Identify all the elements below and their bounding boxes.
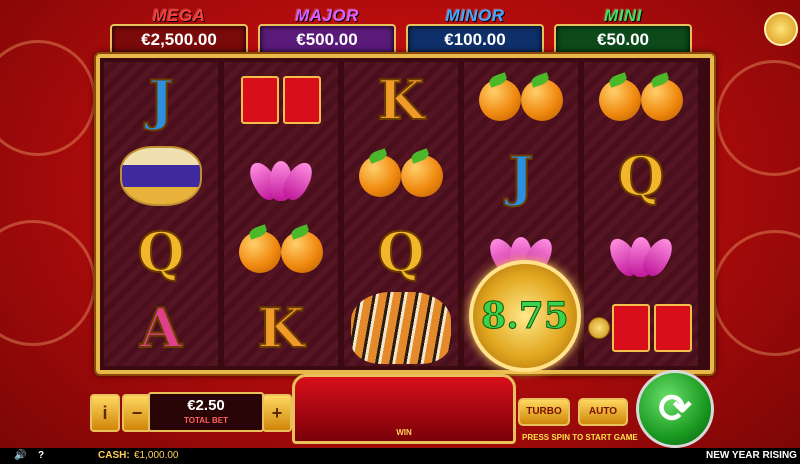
jackpot-label: MINOR (445, 6, 505, 25)
symbol-q: Q (376, 219, 425, 285)
spin-hint: PRESS SPIN TO START GAME (522, 433, 638, 442)
bet-value: €2.50 (187, 397, 225, 414)
symbol-q: Q (616, 143, 665, 209)
symbol-drum (104, 138, 218, 214)
reel-2: K (224, 62, 338, 366)
bet-label: TOTAL BET (184, 416, 228, 425)
jackpot-amount: €100.00 (406, 24, 544, 56)
jackpot-mini: MINI €50.00 (554, 6, 692, 56)
symbol-k: K (257, 295, 306, 361)
symbol-oranges (464, 62, 578, 138)
jackpot-amount: €500.00 (258, 24, 396, 56)
jackpot-label: MAJOR (295, 6, 359, 25)
symbol-envelopes (224, 62, 338, 138)
reel-3: K Q (344, 62, 458, 366)
jackpot-amount: €2,500.00 (110, 24, 248, 56)
symbol-tiger (344, 290, 458, 366)
status-bar: 🔊 ? CASH: €1,000.00 NEW YEAR RISING (0, 448, 800, 464)
lotus-icon (244, 151, 318, 204)
cloud-ornament (716, 60, 800, 176)
reel-frame: J Q A K K Q J 8.75 Q (96, 54, 714, 374)
refresh-icon: ⟳ (658, 387, 692, 431)
red-envelope-icon (241, 76, 279, 124)
symbol-envelopes (584, 290, 698, 366)
orange-icon (239, 224, 281, 273)
gift-icon[interactable] (764, 12, 798, 46)
symbol-lotus (224, 138, 338, 214)
jackpot-label: MINI (604, 6, 642, 25)
symbol-bonus-coin: 8.75 (464, 256, 581, 372)
cloud-ornament (0, 40, 96, 156)
symbol-k: K (377, 67, 426, 133)
bonus-value: 8.75 (481, 295, 570, 338)
game-title: NEW YEAR RISING (706, 450, 797, 461)
symbol-oranges (224, 214, 338, 290)
info-button[interactable]: i (90, 394, 120, 432)
orange-icon (359, 148, 401, 197)
speaker-icon[interactable]: 🔊 (14, 450, 26, 461)
orange-icon (521, 72, 563, 121)
symbol-oranges (344, 138, 458, 214)
turbo-button[interactable]: TURBO (518, 398, 570, 426)
orange-icon (281, 224, 323, 273)
reel-5: Q (584, 62, 698, 366)
orange-icon (479, 72, 521, 121)
orange-icon (599, 72, 641, 121)
orange-icon (401, 148, 443, 197)
cloud-ornament (712, 230, 800, 356)
jackpot-minor: MINOR €100.00 (406, 6, 544, 56)
symbol-j: J (507, 143, 535, 209)
symbol-lotus (584, 214, 698, 290)
red-envelope-icon (654, 304, 692, 352)
red-envelope-icon (283, 76, 321, 124)
jackpot-mega: MEGA €2,500.00 (110, 6, 248, 56)
total-bet-display: €2.50 TOTAL BET (148, 392, 264, 432)
jackpot-label: MEGA (152, 6, 206, 25)
symbol-j: J (147, 67, 175, 133)
red-envelope-icon (612, 304, 650, 352)
coin-icon: 8.75 (469, 260, 581, 372)
tiger-icon (351, 292, 451, 364)
auto-button[interactable]: AUTO (578, 398, 628, 426)
jackpot-amount: €50.00 (554, 24, 692, 56)
jackpot-major: MAJOR €500.00 (258, 6, 396, 56)
drum-icon (120, 146, 202, 206)
lotus-icon (604, 227, 678, 280)
win-label: WIN (396, 428, 412, 437)
symbol-q: Q (136, 219, 185, 285)
symbol-a: A (139, 295, 183, 361)
reel-1: J Q A (104, 62, 218, 366)
coin-icon (588, 317, 610, 339)
cloud-ornament (0, 220, 96, 346)
cash-label: CASH: (98, 450, 130, 461)
win-display: WIN (292, 374, 516, 444)
symbol-oranges (584, 62, 698, 138)
orange-icon (641, 72, 683, 121)
reel-4: J 8.75 (464, 62, 581, 372)
help-button[interactable]: ? (38, 450, 44, 461)
spin-button[interactable]: ⟳ (636, 370, 714, 448)
cash-value: €1,000.00 (134, 450, 179, 461)
bet-plus-button[interactable]: + (262, 394, 292, 432)
